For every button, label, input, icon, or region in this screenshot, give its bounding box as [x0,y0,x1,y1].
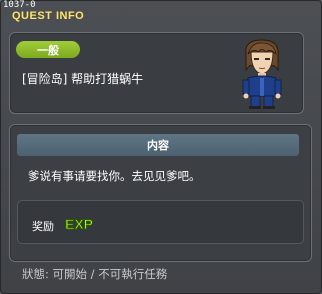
quest-description: 爹说有事请要找你。去见见爹吧。 [28,169,201,183]
npc-avatar-icon [242,39,282,109]
window-title: QUEST INFO [12,10,85,22]
reward-label: 奖励 [32,220,54,233]
exp-icon: EXP [65,216,94,233]
exp-text: EXP [65,216,93,232]
quest-category-badge: 一般 [16,41,80,58]
quest-name: [冒险岛] 帮助打猎蜗牛 [22,72,144,86]
quest-id-label: 1037-0 [3,0,36,10]
content-section-header: 内容 [17,134,299,156]
reward-box [17,200,304,244]
quest-status: 狀態: 可開始 / 不可執行任務 [22,267,168,281]
